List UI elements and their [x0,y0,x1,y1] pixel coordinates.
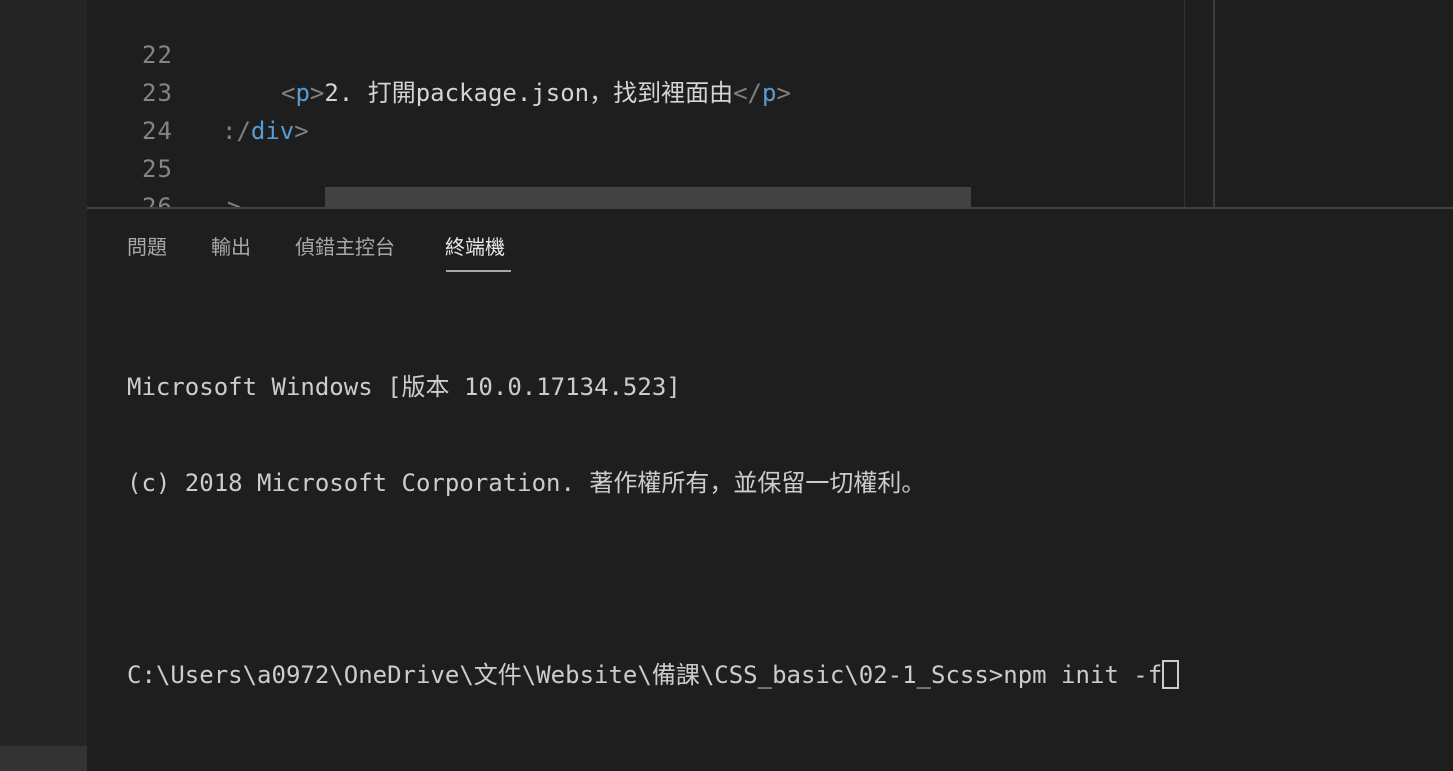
code-editor[interactable]: 22 <p>2. 打開package.json，找到裡面由</p> 23 :/d… [87,0,1453,207]
terminal-command: C:\Users\a0972\OneDrive\文件\Website\備課\CS… [127,661,1163,689]
horizontal-scrollbar[interactable] [325,187,971,207]
terminal-prompt-line[interactable]: C:\Users\a0972\OneDrive\文件\Website\備課\CS… [127,659,1180,691]
tab-terminal[interactable]: 終端機 [445,231,505,260]
panel-tabs: 問題 輸出 偵錯主控台 終端機 [87,209,1453,275]
status-bar-left [0,746,87,771]
terminal-line: Microsoft Windows [版本 10.0.17134.523] [127,373,681,401]
activity-sidebar [0,0,87,771]
terminal-cursor [1162,660,1180,689]
terminal-line: (c) 2018 Microsoft Corporation. 著作權所有，並保… [127,469,926,497]
editor-ruler [1184,0,1185,207]
code-line[interactable]: 26 [87,150,1187,207]
code-line[interactable]: 23 :/div> [87,36,1187,145]
active-tab-indicator [446,270,511,272]
bottom-panel: 問題 輸出 偵錯主控台 終端機 Microsoft Windows [版本 10… [87,207,1453,771]
tab-output[interactable]: 輸出 [211,231,251,260]
code-line[interactable]: 24 [87,74,1187,145]
terminal-output[interactable]: Microsoft Windows [版本 10.0.17134.523] (c… [127,307,1180,755]
minimap-divider [1213,0,1215,207]
code-line[interactable]: 22 <p>2. 打開package.json，找到裡面由</p> [87,0,1187,107]
tab-debug-console[interactable]: 偵錯主控台 [295,231,395,260]
code-line[interactable]: 25 > [87,112,1187,207]
tab-problems[interactable]: 問題 [127,231,167,260]
